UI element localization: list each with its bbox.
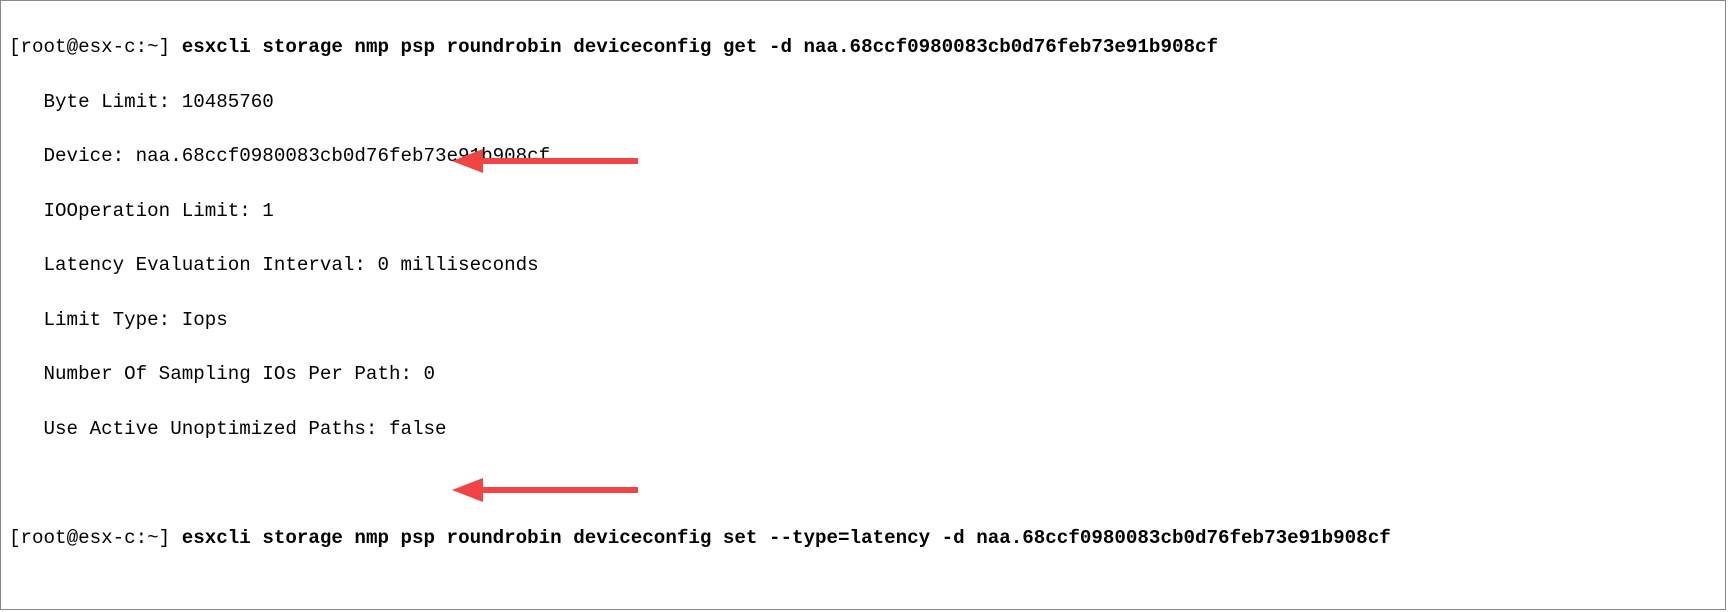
output1-byte-limit: Byte Limit: 10485760 (44, 89, 1717, 116)
blank-line-1 (9, 471, 1717, 498)
command-2-text: esxcli storage nmp psp roundrobin device… (182, 527, 1391, 549)
output1-device: Device: naa.68ccf0980083cb0d76feb73e91b9… (44, 143, 1717, 170)
command-line-2: [root@esx-c:~] esxcli storage nmp psp ro… (9, 525, 1717, 552)
output1-ioop-limit: IOOperation Limit: 1 (44, 198, 1717, 225)
prompt-1: [root@esx-c:~] (9, 36, 182, 58)
blank-line-2 (9, 580, 1717, 607)
command-line-1: [root@esx-c:~] esxcli storage nmp psp ro… (9, 34, 1717, 61)
output1-limit-type: Limit Type: Iops (44, 307, 1717, 334)
prompt-2: [root@esx-c:~] (9, 527, 182, 549)
terminal-window[interactable]: [root@esx-c:~] esxcli storage nmp psp ro… (0, 0, 1726, 610)
output1-sampling: Number Of Sampling IOs Per Path: 0 (44, 361, 1717, 388)
command-1-text: esxcli storage nmp psp roundrobin device… (182, 36, 1218, 58)
output1-unoptimized: Use Active Unoptimized Paths: false (44, 416, 1717, 443)
output1-latency-eval: Latency Evaluation Interval: 0 milliseco… (44, 252, 1717, 279)
